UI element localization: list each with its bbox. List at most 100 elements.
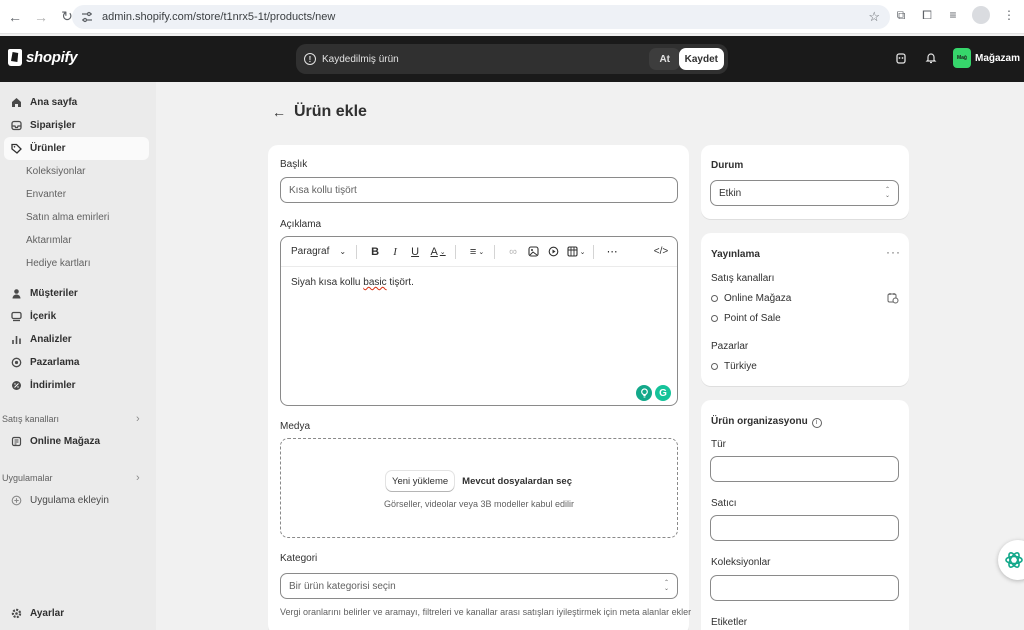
description-editor[interactable]: Paragraf ⌄ B I U A ⌄ ≡ ⌄ ∞ ⌄ ⋯ </> Siyah … [280, 236, 678, 406]
info-icon[interactable]: i [811, 417, 822, 428]
discount-icon [10, 380, 22, 392]
title-input[interactable]: Kısa kollu tişört [280, 177, 678, 203]
category-select[interactable]: Bir ürün kategorisi seçin ⌃ ⌄ [280, 573, 678, 599]
puzzle-icon[interactable]: ⧠ [920, 8, 934, 22]
italic-icon[interactable]: I [387, 244, 403, 260]
link-icon[interactable]: ∞ [505, 244, 521, 260]
sidebar-item-settings[interactable]: Ayarlar [4, 602, 149, 625]
status-value: Etkin [719, 187, 742, 199]
bookmark-star-icon[interactable]: ☆ [868, 9, 880, 25]
code-view-icon[interactable]: </> [653, 244, 669, 260]
apps-heading[interactable]: Uygulamalar [2, 473, 53, 483]
text-color-icon[interactable]: A ⌄ [427, 244, 449, 260]
description-label: Açıklama [280, 219, 322, 230]
description-text-part: Siyah kısa kollu [291, 277, 364, 288]
misspelled-word[interactable]: basic [363, 277, 386, 288]
address-bar[interactable]: admin.shopify.com/store/t1nrx5-1t/produc… [72, 5, 890, 29]
bold-icon[interactable]: B [367, 244, 383, 260]
select-existing-button[interactable]: Mevcut dosyalardan seç [462, 476, 572, 487]
chevron-right-icon[interactable]: › [136, 472, 140, 484]
contextual-save-bar: ! Kaydedilmiş ürün At Kaydet [296, 44, 728, 74]
more-vertical-icon[interactable]: ⋮ [1002, 8, 1016, 22]
browser-toolbar: ← → ↻ admin.shopify.com/store/t1nrx5-1t/… [0, 0, 1024, 34]
channel-pos: Point of Sale [711, 313, 781, 324]
chevron-right-icon[interactable]: › [136, 413, 140, 425]
toolbar-divider [593, 244, 595, 259]
sidebar-subitem-collections[interactable]: Koleksiyonlar [26, 166, 85, 177]
video-icon[interactable] [545, 244, 561, 260]
site-info-icon[interactable] [80, 10, 94, 24]
sidebar-item-products[interactable]: Ürünler [4, 137, 149, 160]
shopify-logo[interactable]: shopify [8, 49, 78, 66]
market-name: Türkiye [724, 361, 757, 372]
home-icon [10, 97, 22, 109]
status-select[interactable]: Etkin ⌃ ⌄ [710, 180, 899, 206]
image-icon[interactable] [525, 244, 541, 260]
publishing-label: Yayınlama [711, 249, 760, 260]
ai-assistant-icon[interactable] [998, 540, 1024, 580]
type-input[interactable] [710, 456, 899, 482]
media-dropzone[interactable]: Yeni yükleme Mevcut dosyalardan seç Görs… [280, 438, 678, 538]
channel-name: Point of Sale [724, 313, 781, 324]
media-hint: Görseller, videolar veya 3B modeller kab… [383, 499, 575, 509]
sidebar-item-label: Ürünler [30, 143, 66, 154]
back-arrow-icon[interactable]: ← [272, 104, 286, 120]
sidebar-item-marketing[interactable]: Pazarlama [4, 351, 149, 374]
media-control-icon[interactable]: ≡ [946, 8, 960, 22]
editor-toolbar: Paragraf ⌄ B I U A ⌄ ≡ ⌄ ∞ ⌄ ⋯ </> [281, 237, 677, 267]
vendor-input[interactable] [710, 515, 899, 541]
collections-input[interactable] [710, 575, 899, 601]
sidekick-icon[interactable] [893, 50, 909, 66]
paragraph-format-label: Paragraf [291, 246, 330, 257]
description-text: Siyah kısa kollu basic tişört. [291, 277, 414, 288]
sidebar-item-home[interactable]: Ana sayfa [4, 91, 149, 114]
media-actions: Yeni yükleme Mevcut dosyalardan seç [281, 471, 677, 491]
profile-avatar[interactable] [972, 6, 990, 24]
underline-icon[interactable]: U [407, 244, 423, 260]
extension-icon[interactable]: ⧉ [894, 8, 908, 22]
sidebar-item-discounts[interactable]: İndirimler [4, 374, 149, 397]
sidebar-subitem-inventory[interactable]: Envanter [26, 189, 66, 200]
back-icon[interactable]: ← [4, 6, 26, 28]
type-label: Tür [711, 439, 726, 450]
sidebar-subitem-transfers[interactable]: Aktarımlar [26, 235, 72, 246]
forward-icon[interactable]: → [30, 6, 52, 28]
more-horizontal-icon[interactable]: ⋯ [604, 244, 620, 260]
markets-label: Pazarlar [711, 341, 749, 352]
toolbar-divider [455, 244, 457, 259]
upload-new-button[interactable]: Yeni yükleme [386, 471, 455, 491]
select-arrows-icon: ⌃ ⌄ [884, 187, 890, 199]
lightbulb-icon[interactable] [636, 385, 652, 401]
sidebar-item-content[interactable]: İçerik [4, 305, 149, 328]
chevron-down-icon: ⌄ [339, 247, 347, 256]
more-horizontal-icon[interactable]: ··· [886, 245, 901, 259]
sidebar-item-label: İçerik [30, 311, 57, 322]
sidebar-item-orders[interactable]: Siparişler [4, 114, 149, 137]
storefront-icon [10, 436, 22, 448]
sidebar-subitem-gift-cards[interactable]: Hediye kartları [26, 258, 90, 269]
discard-button[interactable]: At [649, 48, 680, 70]
sidebar-item-customers[interactable]: Müşteriler [4, 282, 149, 305]
store-menu-button[interactable]: Mağ Mağazam [952, 48, 1020, 68]
sidebar-item-label: Ayarlar [30, 608, 65, 619]
paragraph-format-select[interactable]: Paragraf ⌄ [291, 246, 346, 257]
sales-channels-label: Satış kanalları [711, 273, 775, 284]
sidebar-item-add-app[interactable]: Uygulama ekleyin [4, 489, 149, 512]
vendor-label: Satıcı [711, 498, 737, 509]
description-text-part: tişört. [386, 277, 414, 288]
sidebar-item-analytics[interactable]: Analizler [4, 328, 149, 351]
calendar-clock-icon[interactable] [887, 292, 899, 304]
sidebar-subitem-purchase-orders[interactable]: Satın alma emirleri [26, 212, 109, 223]
grammarly-icon[interactable]: G [655, 385, 671, 401]
sidebar-item-label: Müşteriler [30, 288, 78, 299]
sidebar-item-online-store[interactable]: Online Mağaza [4, 430, 149, 453]
save-button[interactable]: Kaydet [678, 48, 724, 70]
notification-bell-icon[interactable] [923, 50, 939, 66]
table-icon[interactable]: ⌄ [565, 244, 587, 260]
sales-channels-heading[interactable]: Satış kanalları [2, 414, 59, 424]
chart-icon [10, 334, 22, 346]
inbox-icon [10, 120, 22, 132]
store-name: Mağazam [974, 52, 1020, 64]
align-icon[interactable]: ≡ ⌄ [466, 244, 488, 260]
alert-icon: ! [304, 53, 316, 65]
